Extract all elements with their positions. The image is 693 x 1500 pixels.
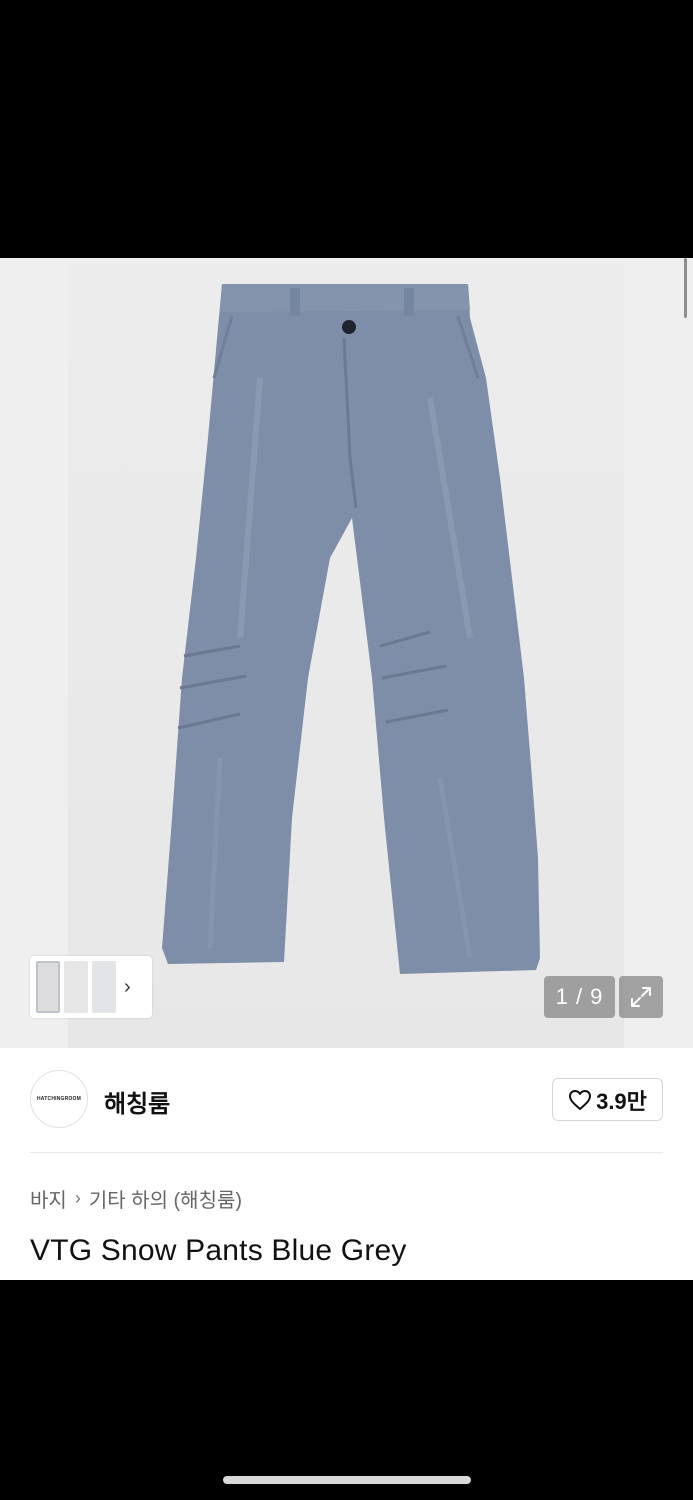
like-button[interactable]: 3.9만 — [552, 1078, 663, 1121]
product-title: VTG Snow Pants Blue Grey — [30, 1234, 407, 1267]
shop-name[interactable]: 해칭룸 — [104, 1084, 170, 1119]
thumbnail-strip[interactable]: › — [30, 956, 152, 1018]
divider — [30, 1152, 663, 1153]
breadcrumb: 바지 › 기타 하의 (해칭룸) — [30, 1184, 242, 1213]
product-page: › 1 / 9 HATCHINGROOM 해칭룸 3.9만 바지 › 기타 하의… — [0, 258, 693, 1280]
expand-icon — [631, 987, 651, 1007]
home-indicator[interactable] — [223, 1476, 471, 1484]
like-count: 3.9만 — [596, 1088, 647, 1114]
chevron-right-icon[interactable]: › — [124, 976, 131, 999]
thumbnail-1[interactable] — [36, 961, 60, 1013]
breadcrumb-category[interactable]: 바지 — [30, 1184, 67, 1213]
chevron-right-icon: › — [74, 1188, 81, 1208]
thumbnail-2[interactable] — [64, 961, 88, 1013]
bottom-black-area — [0, 1280, 693, 1500]
shop-logo[interactable]: HATCHINGROOM — [30, 1070, 88, 1128]
shop-logo-text: HATCHINGROOM — [37, 1096, 81, 1102]
thumbnail-3[interactable] — [92, 961, 116, 1013]
pants-image — [162, 284, 540, 974]
expand-button[interactable] — [619, 976, 663, 1018]
top-black-area — [0, 0, 693, 258]
shop-row: HATCHINGROOM 해칭룸 3.9만 — [30, 1070, 663, 1130]
image-counter: 1 / 9 — [544, 976, 615, 1018]
heart-icon — [569, 1089, 592, 1110]
breadcrumb-subcategory[interactable]: 기타 하의 (해칭룸) — [89, 1184, 242, 1213]
scrollbar[interactable] — [684, 258, 687, 318]
product-image-gallery[interactable]: › 1 / 9 — [0, 258, 693, 1048]
